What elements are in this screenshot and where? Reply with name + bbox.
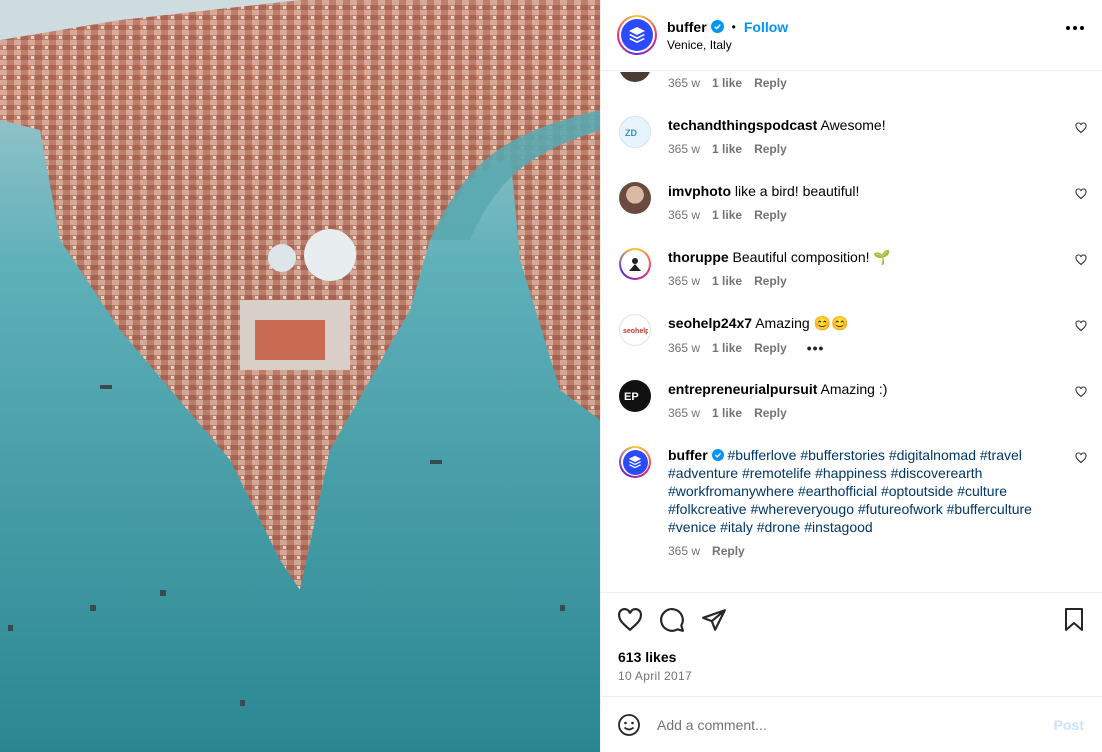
post-date: 10 April 2017 <box>618 669 692 683</box>
comment-text: Awesome! <box>820 117 886 133</box>
like-comment-heart-icon[interactable] <box>1075 386 1087 398</box>
comment-age: 365 w <box>668 208 701 222</box>
caption-age: 365 w <box>668 544 701 558</box>
caption-avatar[interactable] <box>619 446 651 478</box>
like-comment-heart-icon[interactable] <box>1075 320 1087 332</box>
comment-item: imvphoto like a bird! beautiful! 365 w 1… <box>619 182 1089 222</box>
caption-hashtags[interactable]: #bufferlove #bufferstories #digitalnomad… <box>727 447 1021 463</box>
avatar[interactable] <box>617 15 657 55</box>
comment-options-icon[interactable]: ••• <box>807 340 825 356</box>
comment-input[interactable] <box>657 716 1037 733</box>
comment-likes[interactable]: 1 like <box>712 341 742 355</box>
caption-hashtags[interactable]: #workfromanywhere #earthofficial #optout… <box>668 483 1007 499</box>
post-dialog: buffer • Follow Venice, Italy 365 w 1 li… <box>0 0 1102 752</box>
buffer-logo-icon <box>622 449 648 475</box>
comment-likes[interactable]: 1 like <box>712 406 742 420</box>
save-bookmark-icon[interactable] <box>1062 607 1086 633</box>
comment-item: ZD techandthingspodcast Awesome! 365 w 1… <box>619 116 1089 156</box>
likes-count[interactable]: 613 likes <box>618 649 676 665</box>
separator-dot: • <box>731 19 736 34</box>
commenter-avatar[interactable] <box>619 72 651 82</box>
caption-hashtags[interactable]: #adventure #remotelife #happiness #disco… <box>668 465 982 481</box>
follow-button[interactable]: Follow <box>744 19 788 35</box>
comment-text: Beautiful composition! 🌱 <box>732 249 891 265</box>
reply-button[interactable]: Reply <box>754 208 787 222</box>
comment-likes[interactable]: 1 like <box>712 208 742 222</box>
like-caption-heart-icon[interactable] <box>1075 452 1087 464</box>
verified-badge-icon <box>711 449 724 461</box>
more-options-icon[interactable] <box>1066 26 1084 30</box>
comment-text: like a bird! beautiful! <box>734 183 860 199</box>
post-location[interactable]: Venice, Italy <box>667 38 788 52</box>
venice-aerial-image <box>0 0 600 752</box>
post-photo[interactable] <box>0 0 600 752</box>
caption-item: buffer #bufferlove #bufferstories #digit… <box>619 446 1089 558</box>
commenter-avatar[interactable]: ZD <box>619 116 651 148</box>
verified-badge-icon <box>710 20 724 33</box>
comment-item: EP entrepreneurialpursuit Amazing :) 365… <box>619 380 1089 420</box>
comment-item: thoruppe Beautiful composition! 🌱 365 w … <box>619 248 1089 288</box>
commenter-username[interactable]: seohelp24x7 <box>668 315 752 331</box>
reply-button[interactable]: Reply <box>754 406 787 420</box>
like-heart-icon[interactable] <box>617 607 643 633</box>
svg-text:seohelp: seohelp <box>623 328 648 335</box>
comment-text: Amazing 😊😊 <box>755 315 849 331</box>
caption-author[interactable]: buffer <box>668 447 708 463</box>
caption-hashtags[interactable]: #folkcreative #whereveryougo #futureofwo… <box>668 501 1032 517</box>
comment-item: seohelp seohelp24x7 Amazing 😊😊 365 w 1 l… <box>619 314 1089 356</box>
comment-text: Amazing :) <box>820 381 888 397</box>
commenter-avatar[interactable] <box>619 248 651 280</box>
like-comment-heart-icon[interactable] <box>1075 122 1087 134</box>
svg-text:ZD: ZD <box>625 128 637 138</box>
commenter-avatar[interactable] <box>619 182 651 214</box>
emoji-smiley-icon[interactable] <box>617 713 641 737</box>
comment-age: 365 w <box>668 76 701 90</box>
reply-button[interactable]: Reply <box>712 544 745 558</box>
comment-likes[interactable]: 1 like <box>712 274 742 288</box>
buffer-logo-icon <box>621 19 653 51</box>
share-paper-plane-icon[interactable] <box>701 607 727 633</box>
comment-age: 365 w <box>668 142 701 156</box>
comment-likes[interactable]: 1 like <box>712 142 742 156</box>
comment-age: 365 w <box>668 341 701 355</box>
commenter-username[interactable]: techandthingspodcast <box>668 117 817 133</box>
reply-button[interactable]: Reply <box>754 142 787 156</box>
reply-button[interactable]: Reply <box>754 76 787 90</box>
commenter-username[interactable]: thoruppe <box>668 249 729 265</box>
comment-age: 365 w <box>668 406 701 420</box>
post-comment-button[interactable]: Post <box>1054 717 1084 733</box>
reply-button[interactable]: Reply <box>754 274 787 288</box>
post-actions: 613 likes 10 April 2017 <box>601 592 1102 696</box>
post-details-panel: buffer • Follow Venice, Italy 365 w 1 li… <box>600 0 1102 752</box>
reply-button[interactable]: Reply <box>754 341 787 355</box>
comment-item: 365 w 1 like Reply <box>619 72 1089 90</box>
comment-age: 365 w <box>668 274 701 288</box>
like-comment-heart-icon[interactable] <box>1075 188 1087 200</box>
commenter-username[interactable]: imvphoto <box>668 183 731 199</box>
like-comment-heart-icon[interactable] <box>1075 254 1087 266</box>
svg-text:EP: EP <box>624 391 639 403</box>
commenter-avatar[interactable]: seohelp <box>619 314 651 346</box>
commenter-username[interactable]: entrepreneurialpursuit <box>668 381 817 397</box>
commenter-avatar[interactable]: EP <box>619 380 651 412</box>
comment-bubble-icon[interactable] <box>659 607 685 633</box>
comments-list[interactable]: 365 w 1 like Reply ZD techandthingspodca… <box>601 72 1102 592</box>
post-header: buffer • Follow Venice, Italy <box>601 0 1102 71</box>
caption-hashtags[interactable]: #venice #italy #drone #instagood <box>668 519 873 535</box>
comment-composer: Post <box>601 696 1102 752</box>
comment-likes[interactable]: 1 like <box>712 76 742 90</box>
post-author[interactable]: buffer <box>667 19 707 35</box>
